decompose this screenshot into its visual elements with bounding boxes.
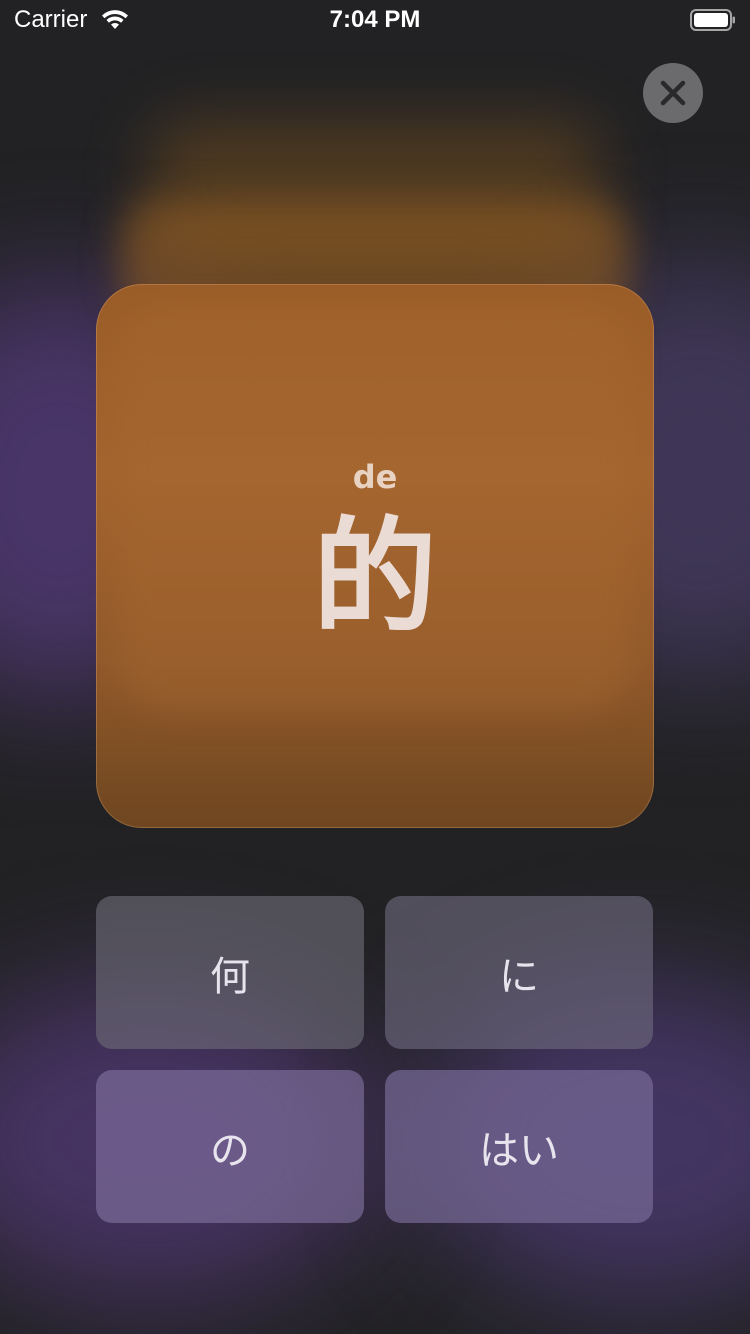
answer-button-3[interactable]: の [96, 1070, 364, 1223]
answer-button-4[interactable]: はい [385, 1070, 653, 1223]
flash-card: de 的 [96, 284, 654, 828]
close-button[interactable] [643, 63, 703, 123]
flashcard-screen: Carrier 7:04 PM de 的 何 に の はい [0, 0, 750, 1334]
close-icon [660, 80, 686, 106]
status-time: 7:04 PM [329, 6, 421, 33]
answer-button-2[interactable]: に [385, 896, 653, 1049]
card-romanization: de [352, 458, 398, 496]
card-character: 的 [312, 506, 437, 650]
battery-icon [690, 9, 735, 31]
answer-button-1[interactable]: 何 [96, 896, 364, 1049]
status-bar: Carrier 7:04 PM [0, 0, 750, 40]
